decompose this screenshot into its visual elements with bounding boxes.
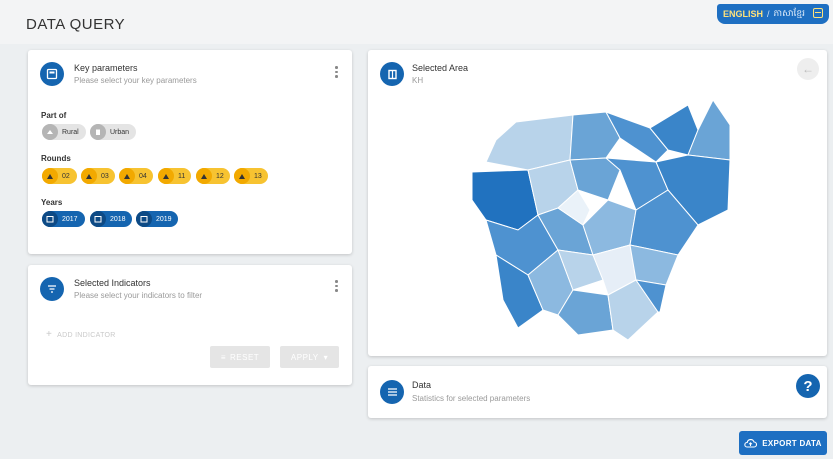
key-parameters-menu-button[interactable] bbox=[335, 66, 338, 79]
chip-year-label: 2019 bbox=[156, 215, 172, 223]
chip-year-2017[interactable]: 2017 bbox=[42, 211, 85, 227]
key-parameters-title: Key parameters bbox=[74, 63, 138, 73]
clear-icon: ≡ bbox=[220, 352, 226, 362]
part-of-label: Part of bbox=[41, 111, 67, 120]
round-icon bbox=[196, 168, 212, 184]
selected-indicators-menu-button[interactable] bbox=[335, 280, 338, 293]
language-english[interactable]: ENGLISH bbox=[723, 9, 763, 19]
round-icon bbox=[81, 168, 97, 184]
language-separator: / bbox=[767, 9, 770, 19]
apply-label: APPLY bbox=[290, 352, 319, 362]
plus-icon: + bbox=[46, 329, 53, 340]
chip-urban[interactable]: Urban bbox=[90, 124, 136, 140]
reset-button[interactable]: ≡ RESET bbox=[210, 346, 270, 368]
help-button[interactable]: ? bbox=[796, 374, 820, 398]
filter-icon: ▾ bbox=[323, 352, 329, 362]
data-title: Data bbox=[412, 380, 432, 390]
key-parameters-subtitle: Please select your key parameters bbox=[74, 76, 197, 85]
export-data-button[interactable]: EXPORT DATA bbox=[739, 431, 827, 455]
chip-round-13[interactable]: 13 bbox=[234, 168, 268, 184]
calendar-icon bbox=[42, 211, 58, 227]
data-subtitle: Statistics for selected parameters bbox=[412, 394, 531, 403]
chip-urban-label: Urban bbox=[110, 128, 130, 136]
export-data-label: EXPORT DATA bbox=[762, 438, 822, 448]
chip-round-label: 03 bbox=[101, 172, 109, 180]
chip-round-11[interactable]: 11 bbox=[158, 168, 191, 184]
chip-round-12[interactable]: 12 bbox=[196, 168, 230, 184]
data-card: Data Statistics for selected parameters … bbox=[368, 366, 827, 418]
years-label: Years bbox=[41, 198, 63, 207]
book-icon bbox=[40, 62, 64, 86]
selected-indicators-title: Selected Indicators bbox=[74, 278, 151, 288]
cloud-upload-icon bbox=[744, 439, 758, 448]
selected-indicators-card: Selected Indicators Please select your i… bbox=[28, 265, 352, 385]
language-switcher[interactable]: ENGLISH / ភាសាខ្មែរ bbox=[717, 4, 829, 24]
chip-year-2018[interactable]: 2018 bbox=[90, 211, 132, 227]
building-icon bbox=[90, 124, 106, 140]
chip-year-label: 2017 bbox=[62, 215, 78, 223]
round-icon bbox=[119, 168, 135, 184]
reset-label: RESET bbox=[230, 352, 260, 362]
apply-button[interactable]: APPLY ▾ bbox=[280, 346, 339, 368]
round-icon bbox=[42, 168, 58, 184]
add-indicator-label: ADD INDICATOR bbox=[57, 332, 116, 339]
cambodia-map[interactable] bbox=[368, 50, 827, 356]
round-icon bbox=[234, 168, 250, 184]
chip-year-label: 2018 bbox=[110, 215, 126, 223]
add-indicator-button[interactable]: + ADD INDICATOR bbox=[46, 329, 116, 340]
map-province bbox=[471, 169, 539, 231]
chip-round-02[interactable]: 02 bbox=[42, 168, 77, 184]
chip-round-label: 04 bbox=[139, 172, 147, 180]
page-title: DATA QUERY bbox=[26, 16, 126, 33]
language-khmer[interactable]: ភាសាខ្មែរ bbox=[774, 8, 805, 21]
house-icon bbox=[42, 124, 58, 140]
exit-icon[interactable] bbox=[813, 8, 823, 18]
chip-year-2019[interactable]: 2019 bbox=[136, 211, 178, 227]
list-icon bbox=[380, 380, 404, 404]
chip-round-03[interactable]: 03 bbox=[81, 168, 115, 184]
chip-round-label: 11 bbox=[178, 172, 186, 180]
chip-rural[interactable]: Rural bbox=[42, 124, 86, 140]
chip-round-04[interactable]: 04 bbox=[119, 168, 153, 184]
chip-round-label: 13 bbox=[254, 172, 262, 180]
map-province bbox=[485, 114, 574, 171]
key-parameters-card: Key parameters Please select your key pa… bbox=[28, 50, 352, 254]
round-icon bbox=[158, 168, 174, 184]
selected-indicators-subtitle: Please select your indicators to filter bbox=[74, 291, 203, 300]
chip-round-label: 12 bbox=[216, 172, 224, 180]
rounds-label: Rounds bbox=[41, 154, 71, 163]
calendar-icon bbox=[90, 211, 106, 227]
filter-icon bbox=[40, 277, 64, 301]
chip-round-label: 02 bbox=[62, 172, 70, 180]
chip-rural-label: Rural bbox=[62, 128, 79, 136]
calendar-icon bbox=[136, 211, 152, 227]
selected-area-card: Selected Area KH ← bbox=[368, 50, 827, 356]
